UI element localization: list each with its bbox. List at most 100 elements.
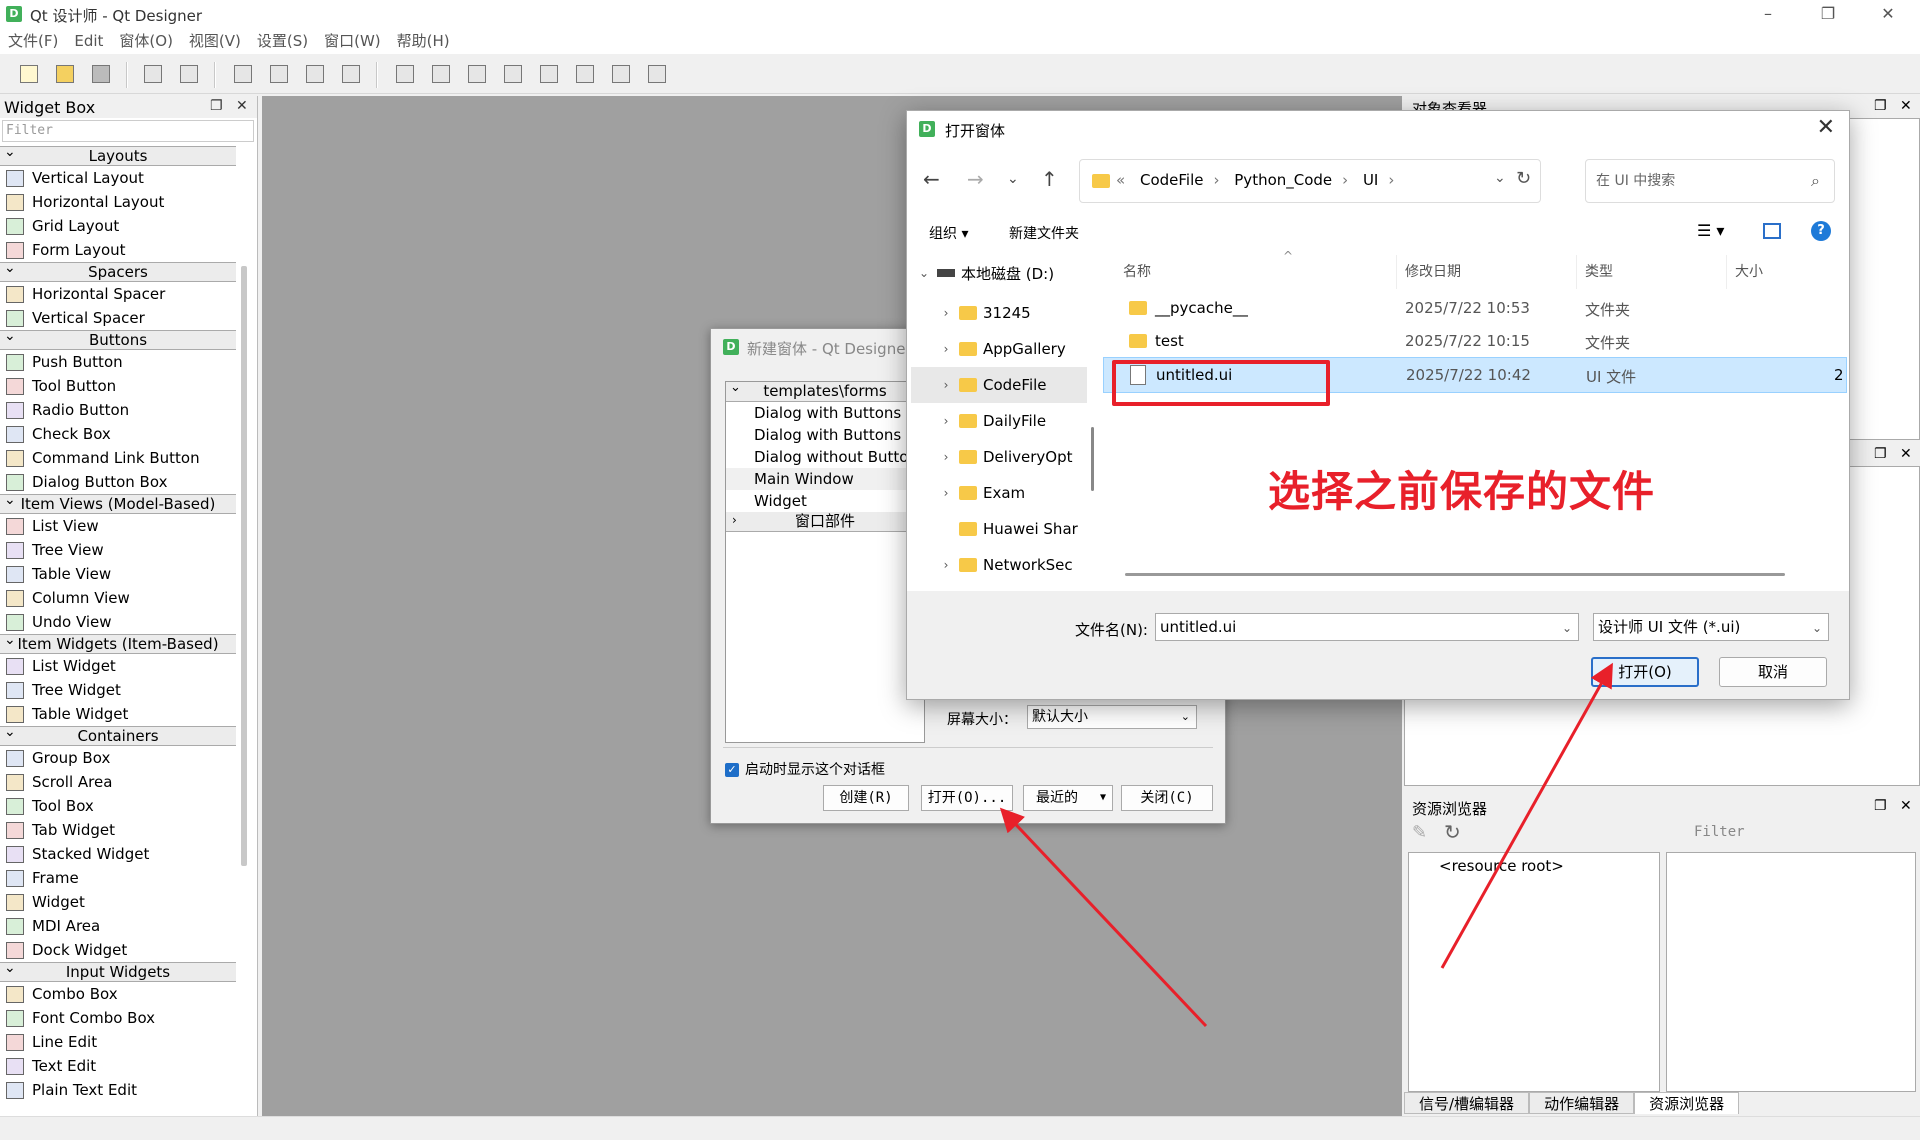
widget-item[interactable]: List View: [0, 514, 236, 538]
widget-item[interactable]: Combo Box: [0, 982, 236, 1006]
chevron-down-icon[interactable]: ⌄: [1562, 615, 1572, 641]
create-button[interactable]: 创建(R): [823, 785, 909, 811]
widget-item[interactable]: Column View: [0, 586, 236, 610]
widget-item[interactable]: Grid Layout: [0, 214, 236, 238]
view-options-icon[interactable]: ☰ ▾: [1697, 221, 1724, 240]
widget-item[interactable]: Tree View: [0, 538, 236, 562]
widgets-category[interactable]: › 窗口部件: [726, 512, 924, 532]
widget-category[interactable]: Containers: [0, 723, 236, 746]
copy-icon[interactable]: [176, 62, 202, 86]
close-icon[interactable]: ✕: [1900, 446, 1912, 462]
widget-item[interactable]: Tool Button: [0, 374, 236, 398]
menu-edit[interactable]: Edit: [66, 28, 111, 54]
screen-size-select[interactable]: 默认大小 ⌄: [1027, 705, 1197, 729]
close-icon[interactable]: ✕: [1900, 798, 1912, 814]
template-item-selected[interactable]: Main Window: [726, 468, 924, 490]
widget-item[interactable]: Push Button: [0, 350, 236, 374]
nav-folder-item[interactable]: › CodeFile: [911, 367, 1087, 403]
cut-icon[interactable]: [140, 62, 166, 86]
widget-item[interactable]: Command Link Button: [0, 446, 236, 470]
widget-item[interactable]: Horizontal Spacer: [0, 282, 236, 306]
nav-folder-item[interactable]: › 31245: [911, 295, 1087, 331]
widget-item[interactable]: Horizontal Layout: [0, 190, 236, 214]
breadcrumb-ui[interactable]: UI: [1363, 171, 1378, 189]
edit-buddies-icon[interactable]: [302, 62, 328, 86]
file-list-scrollbar[interactable]: [1125, 573, 1785, 576]
edit-tab-order-icon[interactable]: [338, 62, 364, 86]
filetype-select[interactable]: 设计师 UI 文件 (*.ui) ⌄: [1593, 613, 1829, 641]
resource-filter-input[interactable]: Filter: [1694, 824, 1745, 840]
widget-category[interactable]: Item Views (Model-Based): [0, 491, 236, 514]
widget-item[interactable]: Frame: [0, 866, 236, 890]
widget-item[interactable]: Tab Widget: [0, 818, 236, 842]
widget-item[interactable]: Dock Widget: [0, 938, 236, 962]
float-icon[interactable]: ❐: [1874, 98, 1887, 114]
widget-item[interactable]: MDI Area: [0, 914, 236, 938]
nav-folder-item[interactable]: › NetworkSec: [911, 547, 1087, 583]
widget-category[interactable]: Spacers: [0, 259, 236, 282]
template-item[interactable]: Dialog without Buttons: [726, 446, 924, 468]
close-icon[interactable]: ✕: [1817, 115, 1835, 140]
resource-root-item[interactable]: <resource root>: [1439, 857, 1564, 875]
widget-item[interactable]: Check Box: [0, 422, 236, 446]
widget-category[interactable]: Input Widgets: [0, 959, 236, 982]
open-button[interactable]: 打开(O)...: [921, 785, 1013, 811]
adjust-size-icon[interactable]: [644, 62, 670, 86]
nav-folder-item[interactable]: Huawei Shar: [911, 511, 1087, 547]
nav-folder-item[interactable]: › AppGallery: [911, 331, 1087, 367]
template-item[interactable]: Widget: [726, 490, 924, 512]
maximize-button[interactable]: ❐: [1800, 0, 1856, 28]
break-layout-icon[interactable]: [608, 62, 634, 86]
close-icon[interactable]: ✕: [1900, 98, 1912, 114]
back-icon[interactable]: ←: [923, 167, 940, 191]
organize-button[interactable]: 组织 ▾: [929, 223, 968, 243]
widget-box-scrollbar[interactable]: [241, 266, 247, 866]
layout-horizontal-icon[interactable]: [392, 62, 418, 86]
widget-category[interactable]: Layouts: [0, 143, 236, 166]
recent-locations-icon[interactable]: ⌄: [1007, 171, 1019, 187]
up-icon[interactable]: ↑: [1041, 167, 1058, 191]
column-name[interactable]: 名称: [1115, 255, 1397, 289]
close-icon[interactable]: ✕: [236, 98, 248, 114]
widget-item[interactable]: Scroll Area: [0, 770, 236, 794]
save-icon[interactable]: [88, 62, 114, 86]
float-icon[interactable]: ❐: [210, 98, 223, 114]
widget-item[interactable]: List Widget: [0, 654, 236, 678]
column-type[interactable]: 类型: [1577, 255, 1727, 289]
widget-item[interactable]: Group Box: [0, 746, 236, 770]
widget-item[interactable]: Tool Box: [0, 794, 236, 818]
menu-view[interactable]: 视图(V): [181, 28, 249, 54]
edit-widgets-icon[interactable]: [230, 62, 256, 86]
widget-item[interactable]: Font Combo Box: [0, 1006, 236, 1030]
widget-category[interactable]: Item Widgets (Item-Based): [0, 631, 236, 654]
widget-item[interactable]: Vertical Spacer: [0, 306, 236, 330]
widget-item[interactable]: Table View: [0, 562, 236, 586]
template-item[interactable]: Dialog with Buttons ...: [726, 402, 924, 424]
tab-action-editor[interactable]: 动作编辑器: [1529, 1092, 1635, 1114]
file-row[interactable]: test 2025/7/22 10:15 文件夹: [1103, 324, 1847, 360]
edit-resources-icon[interactable]: ✎: [1412, 822, 1427, 843]
menu-help[interactable]: 帮助(H): [389, 28, 458, 54]
tab-resource-browser[interactable]: 资源浏览器: [1634, 1092, 1740, 1114]
refresh-icon[interactable]: ↻: [1516, 168, 1531, 189]
chevron-down-icon[interactable]: ⌄: [1812, 615, 1822, 641]
float-icon[interactable]: ❐: [1874, 798, 1887, 814]
nav-drive-d[interactable]: ⌄ 本地磁盘 (D:): [911, 255, 1087, 291]
layout-vertical-icon[interactable]: [428, 62, 454, 86]
close-dialog-button[interactable]: 关闭(C): [1121, 785, 1213, 811]
filename-input[interactable]: untitled.ui ⌄: [1155, 613, 1579, 641]
layout-v-splitter-icon[interactable]: [500, 62, 526, 86]
preview-pane-icon[interactable]: [1763, 223, 1781, 239]
address-bar[interactable]: « CodeFile › Python_Code › UI › ⌄ ↻: [1079, 159, 1541, 203]
breadcrumb-codefile[interactable]: CodeFile: [1140, 171, 1204, 189]
show-on-startup-checkbox[interactable]: ✓ 启动时显示这个对话框: [725, 759, 885, 779]
widget-item[interactable]: Tree Widget: [0, 678, 236, 702]
open-file-button[interactable]: 打开(O): [1591, 657, 1699, 687]
widget-item[interactable]: Widget: [0, 890, 236, 914]
column-modified[interactable]: 修改日期: [1397, 255, 1577, 289]
menu-form[interactable]: 窗体(O): [111, 28, 181, 54]
navigation-scrollbar[interactable]: [1091, 427, 1094, 491]
nav-folder-item[interactable]: › DeliveryOpt: [911, 439, 1087, 475]
menu-window[interactable]: 窗口(W): [316, 28, 389, 54]
widget-filter-input[interactable]: Filter: [2, 120, 254, 142]
